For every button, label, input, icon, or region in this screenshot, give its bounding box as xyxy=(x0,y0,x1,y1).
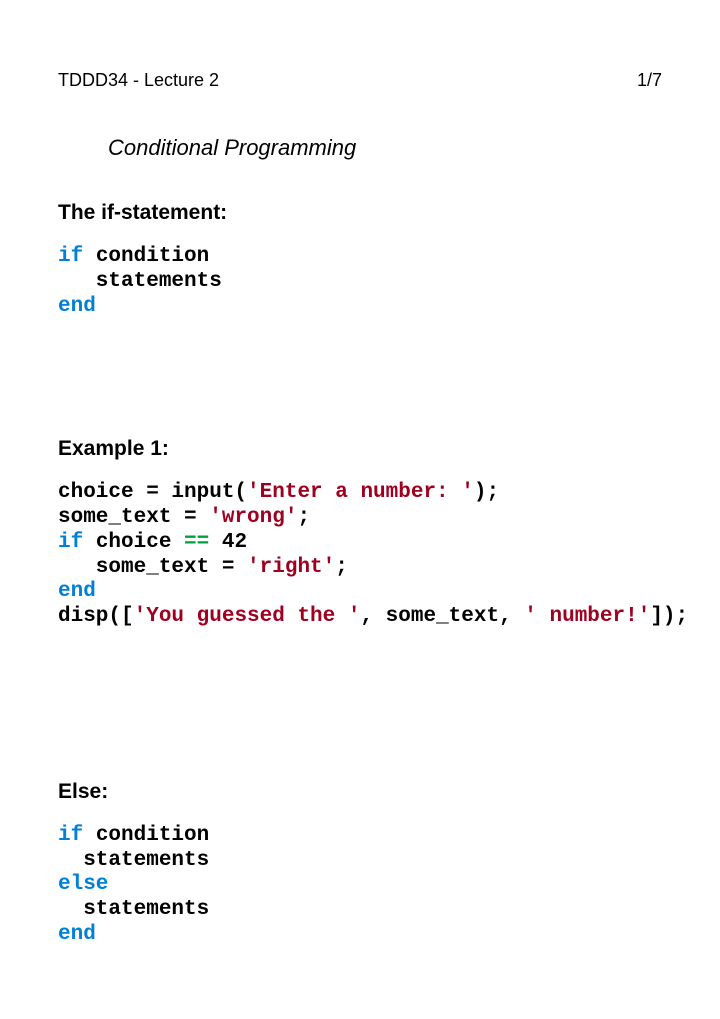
code-block-example1: choice = input('Enter a number: '); some… xyxy=(58,481,662,630)
code-text: 42 xyxy=(209,531,247,554)
code-block-else: if condition statements else statements … xyxy=(58,824,662,948)
code-text: ); xyxy=(474,481,499,504)
code-text: statements xyxy=(58,898,209,921)
section-heading-else: Else: xyxy=(58,780,662,804)
code-text: some_text = xyxy=(58,556,247,579)
page: TDDD34 - Lecture 2 1/7 Conditional Progr… xyxy=(0,0,720,1019)
section-heading-example1: Example 1: xyxy=(58,437,662,461)
page-title: Conditional Programming xyxy=(108,135,662,161)
code-text: condition xyxy=(83,245,209,268)
code-text: disp([ xyxy=(58,605,134,628)
keyword-if: if xyxy=(58,531,83,554)
code-text: choice xyxy=(83,531,184,554)
page-header: TDDD34 - Lecture 2 1/7 xyxy=(58,70,662,91)
operator-eq: == xyxy=(184,531,209,554)
code-text: , some_text, xyxy=(360,605,524,628)
keyword-else: else xyxy=(58,873,108,896)
code-text: some_text = xyxy=(58,506,209,529)
code-block-if: if condition statements end xyxy=(58,245,662,319)
code-text: condition xyxy=(83,824,209,847)
string-literal: 'You guessed the ' xyxy=(134,605,361,628)
keyword-end: end xyxy=(58,580,96,603)
code-text: ; xyxy=(297,506,310,529)
string-literal: 'wrong' xyxy=(209,506,297,529)
header-right: 1/7 xyxy=(637,70,662,91)
keyword-end: end xyxy=(58,295,96,318)
keyword-if: if xyxy=(58,824,83,847)
code-text: ]); xyxy=(650,605,688,628)
keyword-if: if xyxy=(58,245,83,268)
code-text: statements xyxy=(58,270,222,293)
code-text: statements xyxy=(58,849,209,872)
code-text: choice = input( xyxy=(58,481,247,504)
string-literal: 'right' xyxy=(247,556,335,579)
keyword-end: end xyxy=(58,923,96,946)
section-heading-if: The if-statement: xyxy=(58,201,662,225)
string-literal: 'Enter a number: ' xyxy=(247,481,474,504)
string-literal: ' number!' xyxy=(524,605,650,628)
header-left: TDDD34 - Lecture 2 xyxy=(58,70,219,91)
code-text: ; xyxy=(335,556,348,579)
